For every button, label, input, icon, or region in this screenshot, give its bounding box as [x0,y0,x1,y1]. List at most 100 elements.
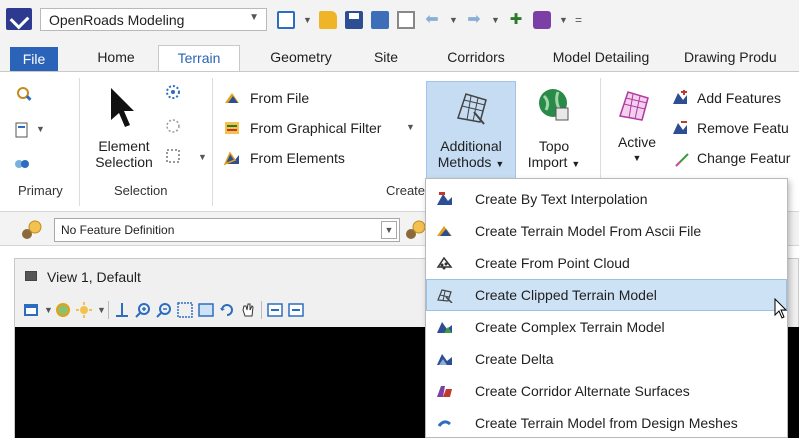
properties-icon[interactable] [14,122,30,138]
remove-features-icon[interactable] [672,120,688,136]
menu-item-create-from-point-cloud[interactable]: Create From Point Cloud [426,247,787,279]
undo-icon[interactable]: ⬅ [423,11,441,29]
chevron-down-icon[interactable]: ▼ [36,124,45,134]
from-elements-button[interactable]: From Elements [250,150,345,166]
view-toolbar: ▼ ▼ [23,299,304,321]
change-features-button[interactable]: Change Featur [697,150,790,166]
add-features-button[interactable]: Add Features [697,90,781,106]
menu-item-create-terrain-from-design-meshes[interactable]: Create Terrain Model from Design Meshes [426,407,787,438]
topo-import-label-line2: Import [527,154,568,170]
lighting-icon[interactable] [76,302,92,318]
divider [212,78,213,206]
chevron-down-icon[interactable]: ▼ [559,11,568,29]
tab-terrain[interactable]: Terrain [158,45,240,72]
info-icon[interactable] [14,156,30,172]
menu-item-label: Create Terrain Model From Ascii File [475,223,702,239]
tab-home[interactable]: Home [84,45,148,71]
redo-icon[interactable]: ➡ [465,11,483,29]
chevron-down-icon[interactable]: ▼ [491,11,500,29]
select-all-icon[interactable] [165,84,181,100]
tab-file[interactable]: File [10,47,58,71]
menu-item-create-clipped-terrain-model[interactable]: Create Clipped Terrain Model [426,279,787,311]
chevron-down-icon[interactable]: ▼ [249,12,259,23]
tab-model-detailing[interactable]: Model Detailing [534,45,668,71]
active-label: Active [617,134,657,150]
feature-definition-value: No Feature Definition [61,223,175,237]
text-interpolation-icon [437,192,452,205]
select-block-icon[interactable] [165,148,181,164]
tab-corridors[interactable]: Corridors [430,45,522,71]
fit-view-icon[interactable] [198,302,214,318]
view-window-icon [25,271,37,281]
active-button[interactable]: Active ▼ [610,134,664,166]
tab-site[interactable]: Site [362,45,410,71]
app-logo-icon[interactable] [6,8,32,30]
tab-drawing-production[interactable]: Drawing Produ [684,45,799,71]
topo-import-globe-icon[interactable] [536,86,572,124]
corridor-surfaces-icon [437,386,452,397]
explorer-icon[interactable] [16,86,32,102]
active-terrain-icon[interactable] [616,86,652,126]
save-icon[interactable] [345,11,363,29]
zoom-out-icon[interactable] [156,302,172,318]
menu-item-label: Create Complex Terrain Model [475,319,665,335]
pan-view-icon[interactable] [240,302,256,318]
print-icon[interactable] [533,11,551,29]
menu-item-create-corridor-alternate-surfaces[interactable]: Create Corridor Alternate Surfaces [426,375,787,407]
menu-item-create-by-text-interpolation[interactable]: Create By Text Interpolation [426,183,787,215]
from-elements-icon[interactable] [224,150,240,166]
element-selection-button[interactable]: Element Selection [88,138,160,170]
divider [108,301,109,319]
change-features-icon[interactable] [674,152,690,168]
remove-features-button[interactable]: Remove Featu [697,120,789,136]
view-attributes-icon[interactable] [23,302,39,318]
mouse-cursor-icon [774,298,788,319]
chevron-down-icon[interactable]: ▼ [449,11,458,29]
new-file-icon[interactable] [277,11,295,29]
menu-item-label: Create From Point Cloud [475,255,630,271]
group-label-selection: Selection [114,183,168,198]
tab-geometry[interactable]: Geometry [254,45,348,71]
element-selection-label-line1: Element [98,138,150,154]
levels-icon[interactable] [55,302,71,318]
workflow-selector[interactable]: OpenRoads Modeling ▼ [40,8,267,31]
tentative-icon[interactable] [114,302,130,318]
menu-item-create-terrain-from-ascii[interactable]: Create Terrain Model From Ascii File [426,215,787,247]
topo-import-button[interactable]: Topo Import ▼ [526,138,582,172]
chevron-down-icon[interactable]: ▼ [198,152,207,162]
select-circle-icon[interactable] [165,118,181,134]
chevron-down-icon[interactable]: ▼ [406,122,415,132]
chevron-down-icon: ▼ [571,159,581,169]
window-area-icon[interactable] [177,302,193,318]
feature-definition-icon[interactable] [20,219,44,241]
menu-item-create-delta[interactable]: Create Delta [426,343,787,375]
rotate-view-icon[interactable] [219,302,235,318]
chevron-down-icon[interactable]: ▼ [303,11,312,29]
graphical-filter-icon[interactable] [224,120,240,136]
from-graphical-filter-button[interactable]: From Graphical Filter [250,120,381,136]
feature-definition-toggle-icon[interactable] [404,219,426,241]
from-file-button[interactable]: From File [250,90,309,106]
view-next-icon[interactable] [288,302,304,318]
from-file-icon[interactable] [224,90,240,106]
compress-icon[interactable] [397,11,415,29]
chevron-down-icon[interactable]: ▼ [381,221,397,239]
element-selection-arrow-icon[interactable] [108,86,138,130]
chevron-down-icon[interactable]: ▼ [44,302,53,318]
additional-methods-button[interactable]: Additional Methods ▼ [426,81,516,186]
save-settings-icon[interactable] [371,11,389,29]
delta-icon [437,354,452,365]
zoom-in-icon[interactable] [135,302,151,318]
chevron-down-icon[interactable]: ▼ [97,302,106,318]
feature-definition-select[interactable]: No Feature Definition ▼ [54,218,400,242]
view-title: View 1, Default [47,269,141,285]
ascii-file-icon [437,226,452,236]
customize-toolbar-icon[interactable]: = [575,13,582,27]
view-previous-icon[interactable] [267,302,283,318]
menu-item-create-complex-terrain-model[interactable]: Create Complex Terrain Model [426,311,787,343]
divider [261,301,262,319]
design-meshes-icon [437,420,451,427]
pin-icon[interactable]: ✚ [507,11,525,29]
open-folder-icon[interactable] [319,11,337,29]
add-features-icon[interactable] [672,90,688,106]
